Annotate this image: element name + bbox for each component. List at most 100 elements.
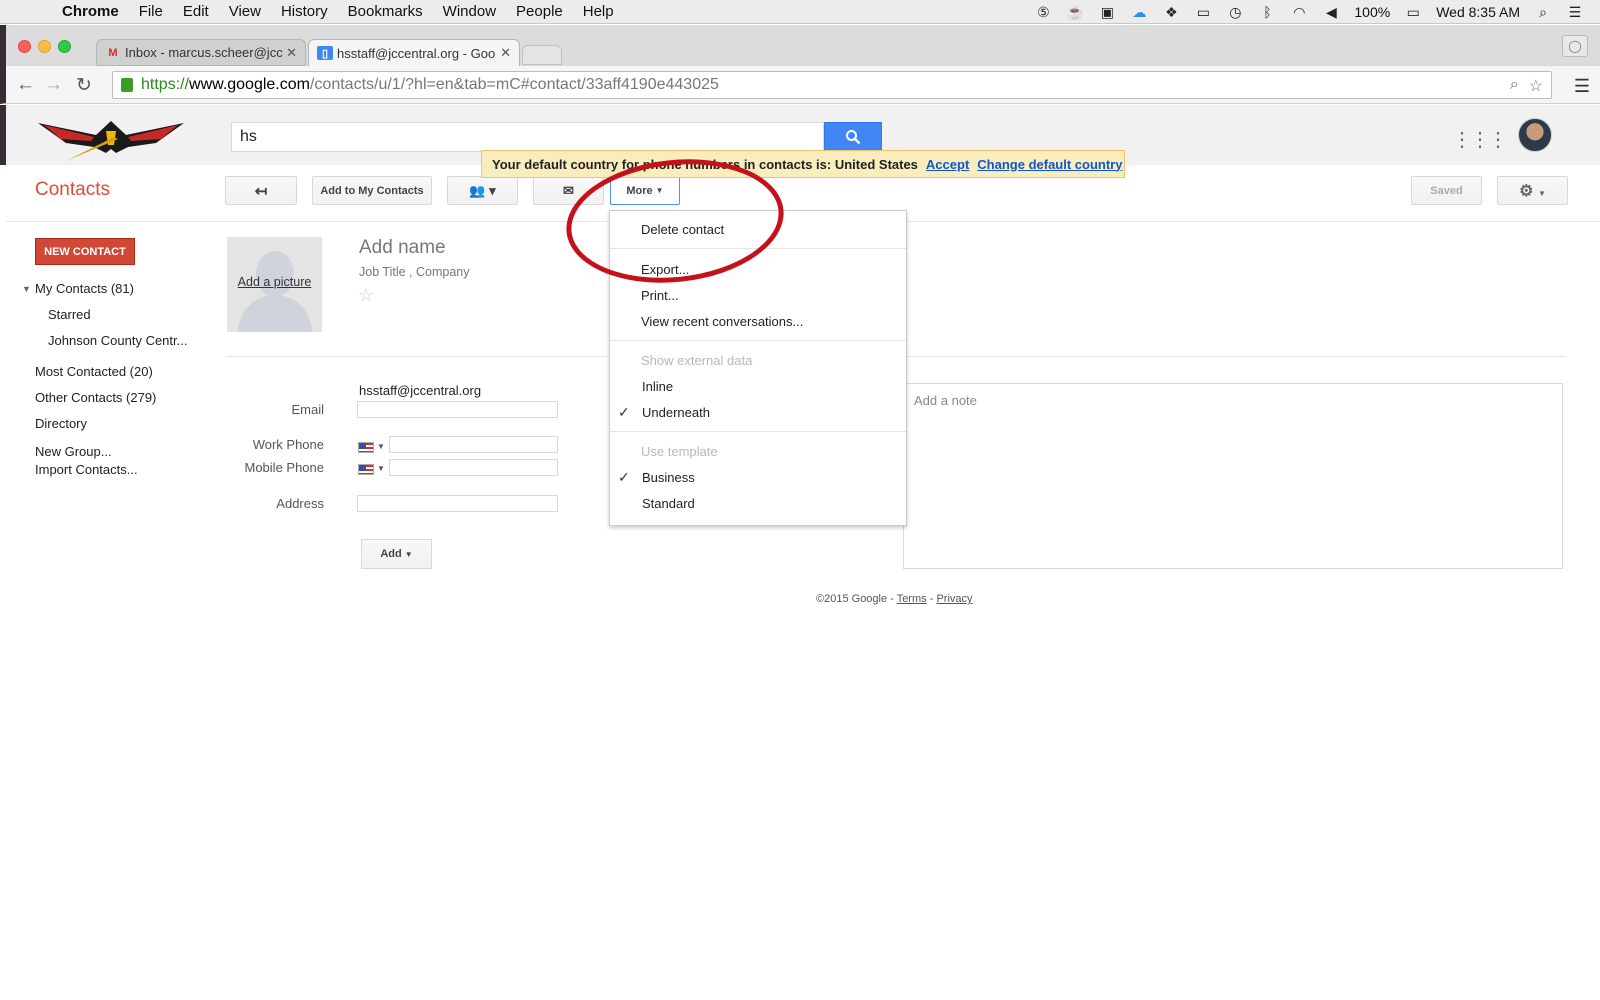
menu-help[interactable]: Help [583,3,614,20]
new-tab-button[interactable] [522,45,562,65]
groups-icon: 👥 ▾ [469,182,496,198]
wifi-icon[interactable]: ◠ [1290,4,1308,20]
chevron-down-icon: ▼ [655,186,664,195]
settings-button[interactable]: ⚙ ▼ [1497,176,1568,205]
add-field-button[interactable]: Add ▼ [361,539,432,569]
menu-item-business[interactable]: Business [642,470,695,485]
groups-button[interactable]: 👥 ▾ [447,176,518,205]
address-field[interactable] [357,495,558,512]
forward-arrow-icon[interactable]: → [44,74,63,96]
chevron-down-icon[interactable]: ▼ [377,464,385,473]
add-to-my-contacts-button[interactable]: Add to My Contacts [312,176,432,205]
menu-view[interactable]: View [229,3,261,20]
copyright: ©2015 Google - [816,593,894,605]
sidebar-item-group[interactable]: Johnson County Centr... [48,333,187,348]
close-window-icon[interactable] [18,40,31,53]
email-button[interactable]: ✉ [533,176,604,205]
add-field-label: Add [380,548,402,560]
chevron-down-icon[interactable]: ▼ [377,442,385,451]
terms-link[interactable]: Terms [897,593,927,605]
close-tab-icon[interactable]: ✕ [286,45,297,61]
star-icon[interactable]: ☆ [358,285,374,306]
sidebar-item-my-contacts[interactable]: My Contacts (81) [35,281,134,296]
tab-inbox[interactable]: M Inbox - marcus.scheer@jcc ✕ [96,39,306,66]
menu-history[interactable]: History [281,3,328,20]
menu-header-external-data: Show external data [641,353,753,368]
minimize-window-icon[interactable] [38,40,51,53]
coffee-icon[interactable]: ☕ [1066,4,1084,20]
company-field[interactable]: Company [416,265,470,279]
html5-icon[interactable]: ⑤ [1034,4,1052,20]
address-bar[interactable]: https://www.google.com/contacts/u/1/?hl=… [112,71,1552,99]
sidebar-item-other-contacts[interactable]: Other Contacts (279) [35,390,156,405]
profile-icon[interactable]: ◯ [1562,35,1588,57]
sidebar-item-most-contacted[interactable]: Most Contacted (20) [35,364,153,379]
silhouette-head [256,251,294,297]
zoom-icon[interactable]: ⌕ [1510,76,1519,96]
new-contact-button[interactable]: NEW CONTACT [35,238,135,265]
spotlight-icon[interactable]: ⌕ [1534,4,1552,20]
job-title-field[interactable]: Job Title [359,265,406,279]
back-button[interactable]: ↤ [225,176,297,205]
work-phone-field[interactable] [389,436,558,453]
change-country-link[interactable]: Change default country [977,157,1122,172]
bookmark-star-icon[interactable]: ☆ [1529,76,1543,96]
sidebar-item-new-group[interactable]: New Group... [35,444,112,459]
saved-button[interactable]: Saved [1411,176,1482,205]
menu-item-standard[interactable]: Standard [642,496,695,511]
clock[interactable]: Wed 8:35 AM [1436,4,1520,20]
privacy-link[interactable]: Privacy [936,593,972,605]
cloud-icon[interactable]: ☁ [1130,4,1148,20]
menu-chrome[interactable]: Chrome [62,3,119,20]
menu-divider [610,431,906,432]
menu-item-export[interactable]: Export... [641,262,689,277]
volume-icon[interactable]: ◀ [1322,4,1340,20]
sidebar-item-import[interactable]: Import Contacts... [35,462,138,477]
job-line: Job Title , Company [359,265,470,279]
avatar[interactable] [1518,118,1552,152]
back-arrow-icon[interactable]: ← [16,74,35,96]
bluetooth-icon[interactable]: ᛒ [1258,4,1276,20]
menu-item-delete-contact[interactable]: Delete contact [641,222,724,237]
menu-bookmarks[interactable]: Bookmarks [348,3,423,20]
accept-link[interactable]: Accept [926,157,969,172]
dropbox-icon[interactable]: ❖ [1162,4,1180,20]
us-flag-icon[interactable] [358,442,374,453]
add-picture-link[interactable]: Add a picture [227,275,322,289]
airplay-icon[interactable]: ▭ [1194,4,1212,20]
sidebar-item-starred[interactable]: Starred [48,307,91,322]
battery-icon[interactable]: ▭ [1404,4,1422,20]
add-name-field[interactable]: Add name [359,237,446,259]
contacts-title[interactable]: Contacts [35,179,110,201]
search-input[interactable]: hs [231,122,824,152]
mobile-phone-field[interactable] [389,459,558,476]
eagle-logo-icon[interactable] [36,113,186,163]
menu-item-recent-conversations[interactable]: View recent conversations... [641,314,803,329]
more-button[interactable]: More ▼ [610,176,680,205]
menu-file[interactable]: File [139,3,163,20]
caret-down-icon[interactable]: ▼ [22,284,31,294]
status-area: ⑤ ☕ ▣ ☁ ❖ ▭ ◷ ᛒ ◠ ◀ 100% ▭ Wed 8:35 AM ⌕… [1034,0,1584,24]
app-icon[interactable]: ▣ [1098,4,1116,20]
menu-item-underneath[interactable]: Underneath [642,405,710,420]
close-tab-icon[interactable]: ✕ [500,45,511,61]
menu-people[interactable]: People [516,3,563,20]
reload-icon[interactable]: ↻ [76,74,92,97]
apps-grid-icon[interactable]: ⋮⋮⋮ [1452,127,1508,152]
time-machine-icon[interactable]: ◷ [1226,4,1244,20]
menu-window[interactable]: Window [443,3,496,20]
menu-item-inline[interactable]: Inline [642,379,673,394]
email-value[interactable]: hsstaff@jccentral.org [359,383,481,398]
us-flag-icon[interactable] [358,464,374,475]
menu-edit[interactable]: Edit [183,3,209,20]
note-textarea[interactable]: Add a note [903,383,1563,569]
contact-photo[interactable]: Add a picture [227,237,322,332]
zoom-window-icon[interactable] [58,40,71,53]
notification-center-icon[interactable]: ☰ [1566,4,1584,20]
chrome-menu-icon[interactable]: ☰ [1574,76,1590,97]
search-button[interactable] [824,122,882,152]
sidebar-item-directory[interactable]: Directory [35,416,87,431]
email-field[interactable] [357,401,558,418]
menu-item-print[interactable]: Print... [641,288,679,303]
tab-contacts[interactable]: ▯ hsstaff@jccentral.org - Goo ✕ [308,39,520,66]
